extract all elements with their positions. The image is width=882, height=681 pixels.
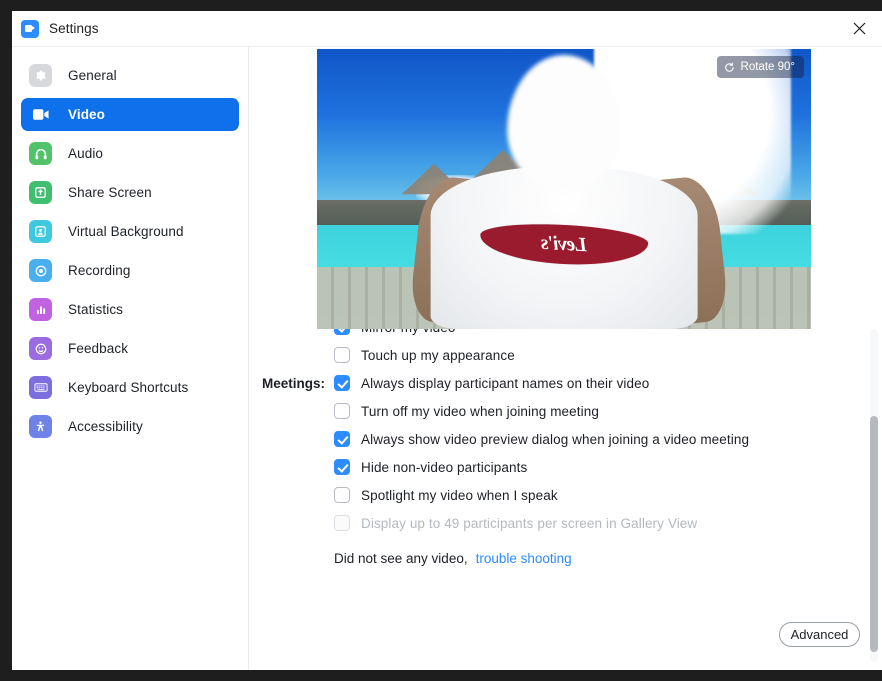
tshirt-logo-text: Levi's [540,232,588,257]
sidebar-item-label: Keyboard Shortcuts [68,380,189,395]
meetings-group-label: Meetings: [261,375,325,391]
settings-window: Settings General Video Audio Share Scree… [12,11,882,670]
keyboard-icon [29,376,52,399]
troubleshooting-text: Did not see any video, [334,550,468,566]
option-row-mirror-my-video[interactable]: Mirror my video [249,329,882,341]
sidebar-item-label: Accessibility [68,419,143,434]
settings-sidebar: General Video Audio Share Screen Virtual… [12,47,249,670]
title-bar: Settings [12,11,882,46]
option-row-hide-non-video-participants[interactable]: Hide non-video participants [249,453,882,481]
checkbox-turn-off-my-video-when-joining[interactable] [334,403,350,419]
rotate-ccw-icon [724,61,735,73]
sidebar-item-general[interactable]: General [21,59,239,92]
gear-icon [29,64,52,87]
checkbox-always-display-participant-names[interactable] [334,375,350,391]
sidebar-item-keyboard-shortcuts[interactable]: Keyboard Shortcuts [21,371,239,404]
checkbox-hide-non-video-participants[interactable] [334,459,350,475]
option-label: Spotlight my video when I speak [361,487,558,503]
rotate-90-button[interactable]: Rotate 90° [716,56,804,78]
sidebar-item-label: General [68,68,117,83]
checkbox-always-show-video-preview-dialog[interactable] [334,431,350,447]
sidebar-item-statistics[interactable]: Statistics [21,293,239,326]
advanced-button[interactable]: Advanced [779,622,860,647]
headphones-icon [29,142,52,165]
option-label: Mirror my video [361,329,456,335]
option-row-spotlight-my-video-when-i-speak[interactable]: Spotlight my video when I speak [249,481,882,509]
sidebar-item-label: Recording [68,263,131,278]
sidebar-item-share-screen[interactable]: Share Screen [21,176,239,209]
window-title: Settings [49,21,99,36]
sidebar-item-label: Video [68,107,106,122]
option-row-turn-off-my-video-when-joining[interactable]: Turn off my video when joining meeting [249,397,882,425]
sidebar-item-label: Statistics [68,302,124,317]
video-preview: Levi's Rotate 90° [317,49,811,329]
checkbox-touch-up-my-appearance[interactable] [334,347,350,363]
option-label: Always show video preview dialog when jo… [361,431,750,447]
video-settings-panel: Levi's Rotate 90° Touch up my appearance… [249,47,882,670]
options-scrollbar[interactable] [870,329,878,662]
camera-feed-image: Levi's [317,49,811,329]
option-row-always-show-video-preview-dialog[interactable]: Always show video preview dialog when jo… [249,425,882,453]
bar-chart-icon [29,298,52,321]
person-head [507,54,621,189]
checkbox-display-up-to-49-participants [334,515,350,531]
window-body: General Video Audio Share Screen Virtual… [12,46,882,670]
close-icon[interactable] [836,11,882,46]
checkbox-spotlight-my-video-when-i-speak[interactable] [334,487,350,503]
sidebar-item-label: Virtual Background [68,224,184,239]
video-camera-icon [29,103,52,126]
option-label: Display up to 49 participants per screen… [361,515,698,531]
options-scroll-area: Mirror my video Touch up my appearance M… [249,329,882,670]
option-row-display-up-to-49-participants: Display up to 49 participants per screen… [249,509,882,537]
option-label: Turn off my video when joining meeting [361,403,599,419]
sidebar-item-recording[interactable]: Recording [21,254,239,287]
share-screen-icon [29,181,52,204]
sidebar-item-audio[interactable]: Audio [21,137,239,170]
sidebar-item-accessibility[interactable]: Accessibility [21,410,239,443]
smiley-face-icon [29,337,52,360]
option-row-touch-up-my-appearance[interactable]: Touch up my appearance [249,341,882,369]
rotate-90-label: Rotate 90° [740,61,795,73]
sidebar-item-label: Audio [68,146,104,161]
option-label: Always display participant names on thei… [361,375,650,391]
option-label: Touch up my appearance [361,347,515,363]
sidebar-item-video[interactable]: Video [21,98,239,131]
sidebar-item-virtual-background[interactable]: Virtual Background [21,215,239,248]
checkbox-mirror-my-video[interactable] [334,329,350,335]
sidebar-item-label: Share Screen [68,185,152,200]
troubleshooting-note: Did not see any video, trouble shooting [249,544,882,572]
option-row-always-display-participant-names[interactable]: Meetings: Always display participant nam… [249,369,882,397]
trouble-shooting-link[interactable]: trouble shooting [476,551,572,566]
zoom-video-icon [21,19,39,38]
accessibility-icon [29,415,52,438]
scrollbar-thumb[interactable] [870,415,878,653]
option-label: Hide non-video participants [361,459,528,475]
sidebar-item-label: Feedback [68,341,129,356]
person-card-icon [29,220,52,243]
record-circle-icon [29,259,52,282]
sidebar-item-feedback[interactable]: Feedback [21,332,239,365]
